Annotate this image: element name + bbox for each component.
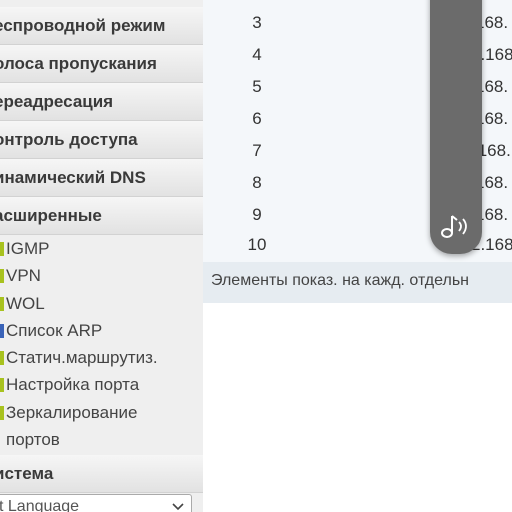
sidebar-section-system[interactable]: истема <box>0 455 203 493</box>
sidebar-item-label: Список ARP <box>6 321 103 340</box>
bullet-square-icon <box>0 351 4 365</box>
bullet-square-icon <box>0 269 4 283</box>
row-number: 3 <box>252 13 262 32</box>
bullet-square-icon <box>0 324 4 338</box>
row-number: 8 <box>252 173 262 192</box>
sidebar-section-label: еспроводной режим <box>0 16 166 35</box>
sidebar-item-port-mirroring[interactable]: Зеркалирование <box>0 399 203 426</box>
bullet-square-icon <box>0 242 4 256</box>
sidebar-item-label: портов <box>6 430 60 449</box>
sidebar-section-label: истема <box>0 464 54 483</box>
sidebar-section-forwarding[interactable]: ереадресация <box>0 83 203 121</box>
music-note-icon[interactable] <box>440 212 472 240</box>
sidebar-section-label: асширенные <box>0 206 102 225</box>
sidebar-item-port-settings[interactable]: Настройка порта <box>0 371 203 398</box>
sidebar-item-wol[interactable]: WOL <box>0 290 203 317</box>
items-per-page-text: Элементы показ. на кажд. отдельн <box>211 272 469 289</box>
row-number: 9 <box>252 205 262 224</box>
sidebar-item-arp-list[interactable]: Список ARP <box>0 317 203 344</box>
row-number: 4 <box>252 45 262 64</box>
floating-media-panel[interactable] <box>430 0 482 254</box>
sidebar-item-static-routing[interactable]: Статич.маршрутиз. <box>0 344 203 371</box>
sidebar-section-bandwidth[interactable]: олоса пропускания <box>0 45 203 83</box>
sidebar-section-label: инамический DNS <box>0 168 146 187</box>
sidebar-section-ddns[interactable]: инамический DNS <box>0 159 203 197</box>
sidebar-section-label: онтроль доступа <box>0 130 138 149</box>
sidebar: еспроводной режим олоса пропускания ереа… <box>0 0 203 512</box>
sidebar-section-advanced[interactable]: асширенные <box>0 197 203 235</box>
bullet-square-icon <box>0 378 4 392</box>
language-select[interactable]: t Language <box>0 494 192 512</box>
sidebar-item-igmp[interactable]: IGMP <box>0 235 203 262</box>
language-select-value: t Language <box>0 498 80 512</box>
sidebar-item-label: IGMP <box>6 239 50 258</box>
sidebar-section-label: ереадресация <box>0 92 114 111</box>
bullet-square-icon <box>0 297 4 311</box>
sidebar-item-label: Зеркалирование <box>6 403 138 422</box>
chevron-down-icon <box>172 503 184 511</box>
sidebar-item-label: Статич.маршрутиз. <box>6 348 158 367</box>
sidebar-item-vpn[interactable]: VPN <box>0 262 203 289</box>
sidebar-item-label: Настройка порта <box>6 375 140 394</box>
sidebar-item-label: VPN <box>6 266 41 285</box>
sidebar-section-label: олоса пропускания <box>0 54 157 73</box>
sidebar-section-wireless[interactable]: еспроводной режим <box>0 7 203 45</box>
row-number: 6 <box>252 109 262 128</box>
row-number: 7 <box>252 141 262 160</box>
sidebar-item-port-mirroring-cont[interactable]: портов <box>0 426 203 453</box>
bullet-square-icon <box>0 406 4 420</box>
sidebar-section-access-control[interactable]: онтроль доступа <box>0 121 203 159</box>
sidebar-item-label: WOL <box>6 294 45 313</box>
row-number: 5 <box>252 77 262 96</box>
row-number: 10 <box>247 235 267 254</box>
